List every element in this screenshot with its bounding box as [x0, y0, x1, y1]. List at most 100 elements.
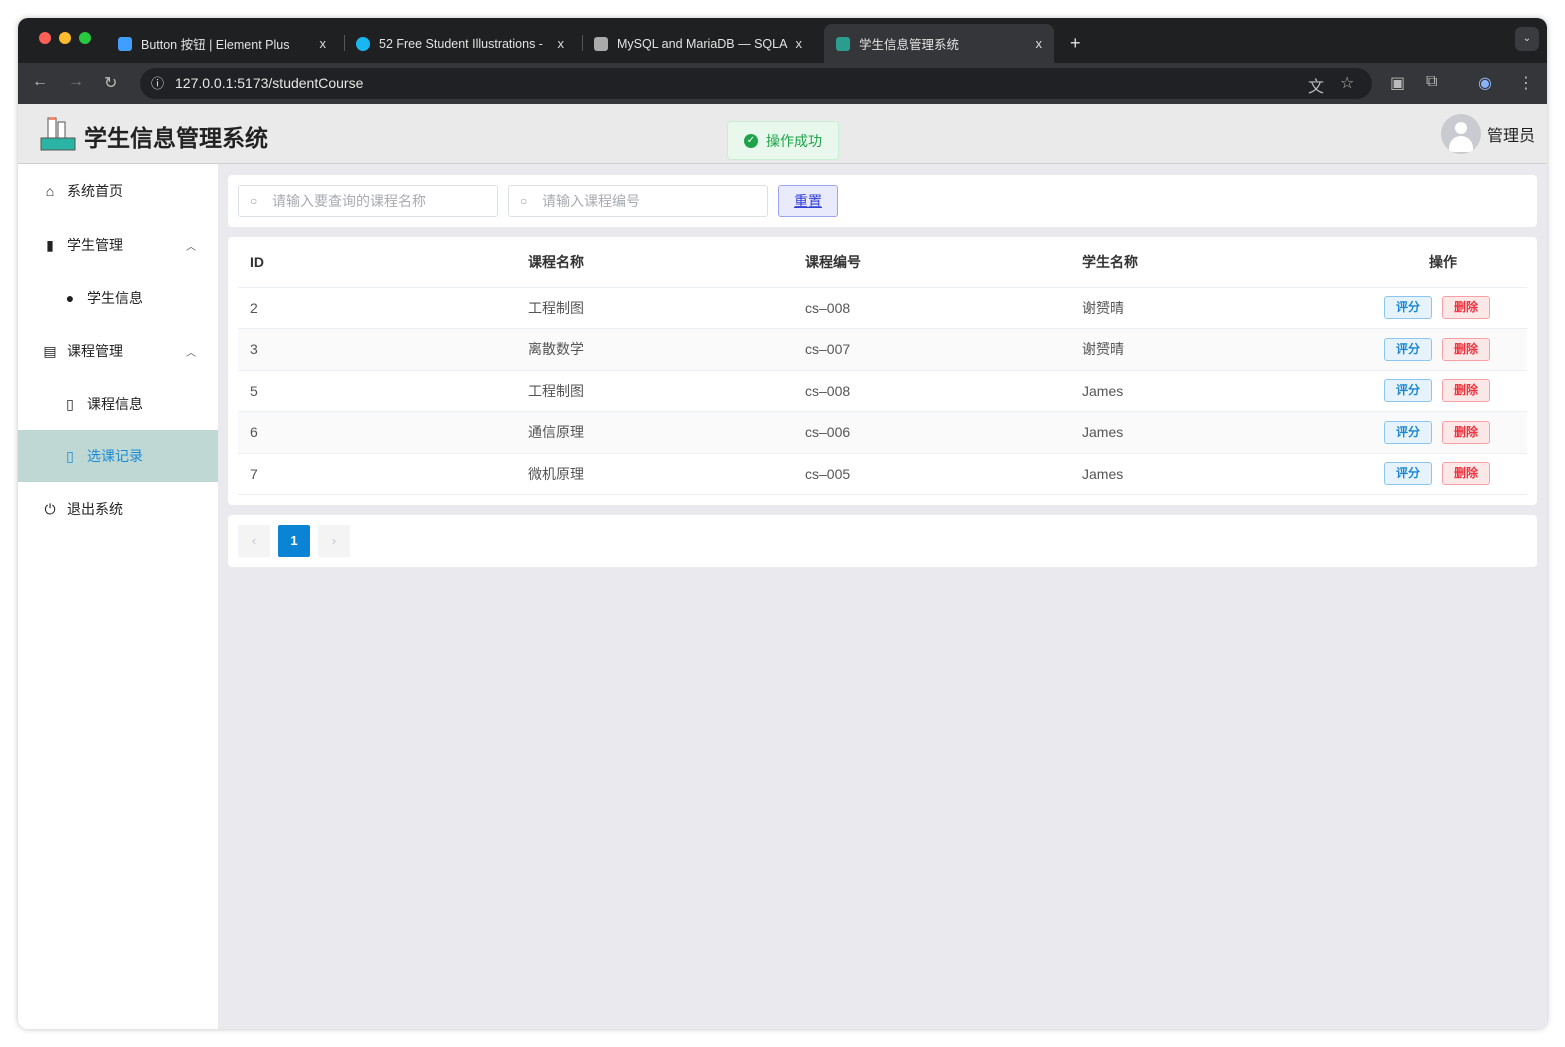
forward-icon[interactable]: →	[68, 73, 84, 91]
pagination: ‹ 1 ›	[228, 515, 1537, 567]
grade-button[interactable]: 评分	[1384, 462, 1432, 486]
tab-bar: Button 按钮 | Element Plus x 52 Free Studen…	[18, 18, 1547, 63]
user-icon: ●	[65, 290, 75, 306]
table-cell: James	[1070, 453, 1347, 495]
search-icon: ○	[250, 194, 258, 208]
back-icon[interactable]: ←	[32, 73, 48, 91]
sidebar-item-student-management[interactable]: ▮ 学生管理 ︿	[18, 218, 218, 272]
table-row: 5 工程制图 cs–008 James 评分 删除	[238, 370, 1527, 412]
reset-button[interactable]: 重置	[778, 185, 838, 217]
table-cell: 通信原理	[516, 411, 793, 454]
document-icon: ▯	[66, 395, 74, 412]
address-bar: ← → ↻ ⓘ 127.0.0.1:5173/studentCourse ⽂ ☆ …	[18, 63, 1547, 104]
profile-icon[interactable]: ◉	[1478, 73, 1492, 93]
sqlalchemy-icon	[594, 36, 608, 51]
delete-button[interactable]: 删除	[1442, 296, 1490, 320]
col-actions: 操作	[1347, 237, 1527, 288]
close-tab-icon[interactable]: x	[796, 36, 803, 51]
table-cell: 工程制图	[516, 370, 793, 412]
main-content: ○ 请输入要查询的课程名称 ○ 请输入课程编号 重置 ID 课程名称 课程编号 学生…	[228, 175, 1537, 577]
sidebar-item-student-info[interactable]: ● 学生信息	[18, 272, 218, 324]
table-cell: 谢赟晴	[1070, 328, 1347, 371]
menu-icon[interactable]: ⋮	[1518, 73, 1534, 93]
course-records-table: ID 课程名称 课程编号 学生名称 操作 2 工程制图 cs–008 谢赟晴 评分 删除 3…	[228, 237, 1537, 505]
delete-button[interactable]: 删除	[1442, 462, 1490, 486]
table-cell: 5	[238, 370, 516, 412]
chevron-up-icon: ︿	[186, 347, 196, 359]
table-cell: cs–008	[793, 370, 1070, 412]
notebook-icon: ▤	[43, 342, 57, 359]
app-title: 学生信息管理系统	[84, 125, 268, 151]
book-icon: ▮	[46, 236, 54, 253]
extension-badge-icon[interactable]: ▣	[1390, 73, 1405, 93]
grade-button[interactable]: 评分	[1384, 296, 1432, 320]
sidebar-item-logout[interactable]: ⏻ 退出系统	[18, 482, 218, 536]
table-row: 7 微机原理 cs–005 James 评分 删除	[238, 453, 1527, 495]
table-cell: 3	[238, 328, 516, 371]
delete-button[interactable]: 删除	[1442, 337, 1490, 361]
avatar	[1440, 114, 1481, 154]
search-icon: ○	[520, 194, 528, 208]
check-circle-icon: ✓	[744, 133, 758, 148]
col-course-no: 课程编号	[793, 237, 1070, 288]
tab-student-system[interactable]: 学生信息管理系统 x	[824, 24, 1054, 63]
prev-page-button[interactable]: ‹	[238, 525, 270, 557]
sidebar-item-course-records[interactable]: ▯ 选课记录	[18, 430, 218, 482]
minimize-button[interactable]	[59, 32, 71, 44]
power-icon: ⏻	[44, 500, 56, 517]
bookmark-star-icon[interactable]: ☆	[1340, 73, 1354, 93]
tab-sqlalchemy[interactable]: MySQL and MariaDB — SQLA x	[582, 24, 814, 63]
close-window-button[interactable]	[39, 32, 51, 44]
close-tab-icon[interactable]: x	[320, 36, 327, 51]
close-tab-icon[interactable]: x	[1036, 36, 1043, 51]
table-cell: 6	[238, 411, 516, 454]
close-tab-icon[interactable]: x	[558, 36, 565, 51]
page-1-button[interactable]: 1	[278, 525, 310, 557]
sidebar-item-home[interactable]: ⌂ 系统首页	[18, 164, 218, 218]
browser-window: Button 按钮 | Element Plus x 52 Free Studen…	[18, 18, 1547, 1029]
site-info-icon[interactable]: ⓘ	[151, 68, 164, 99]
grade-button[interactable]: 评分	[1384, 379, 1432, 403]
course-no-search-input[interactable]: ○ 请输入课程编号	[508, 185, 768, 217]
reload-icon[interactable]: ↻	[104, 73, 117, 93]
table-cell: 谢赟晴	[1070, 287, 1347, 329]
next-page-button[interactable]: ›	[318, 525, 350, 557]
search-bar: ○ 请输入要查询的课程名称 ○ 请输入课程编号 重置	[228, 175, 1537, 227]
logo-icon	[40, 117, 76, 151]
table-cell: 工程制图	[516, 287, 793, 329]
student-icon	[836, 36, 850, 51]
home-icon: ⌂	[45, 183, 55, 199]
table-row: 2 工程制图 cs–008 谢赟晴 评分 删除	[238, 287, 1527, 329]
delete-button[interactable]: 删除	[1442, 420, 1490, 444]
tab-search-chevron-icon[interactable]: ⌄	[1515, 27, 1539, 51]
sidebar-item-course-management[interactable]: ▤ 课程管理 ︿	[18, 324, 218, 378]
table-cell: 离散数学	[516, 328, 793, 371]
col-id: ID	[238, 237, 516, 288]
table-cell: cs–007	[793, 328, 1070, 371]
table-cell: cs–005	[793, 453, 1070, 495]
grade-button[interactable]: 评分	[1384, 420, 1432, 444]
course-name-search-input[interactable]: ○ 请输入要查询的课程名称	[238, 185, 498, 217]
url-input[interactable]: ⓘ 127.0.0.1:5173/studentCourse	[140, 68, 1372, 99]
sidebar-item-course-info[interactable]: ▯ 课程信息	[18, 378, 218, 430]
translate-icon[interactable]: ⽂	[1308, 73, 1324, 97]
tab-illustrations[interactable]: 52 Free Student Illustrations -x	[344, 24, 576, 63]
maximize-button[interactable]	[79, 32, 91, 44]
table-cell: cs–008	[793, 287, 1070, 329]
extensions-icon[interactable]: ⧉	[1426, 73, 1437, 91]
new-tab-button[interactable]: +	[1058, 24, 1093, 63]
success-toast: ✓ 操作成功	[727, 121, 839, 160]
sidebar: ⌂ 系统首页 ▮ 学生管理 ︿ ● 学生信息 ▤ 课程管理 ︿ ▯ 课程信息 ▯ 选课记录 ⏻ 退…	[18, 164, 218, 1029]
tab-element-plus[interactable]: Button 按钮 | Element Plus x	[106, 24, 338, 63]
col-course-name: 课程名称	[516, 237, 793, 288]
delete-button[interactable]: 删除	[1442, 379, 1490, 403]
app-header: 学生信息管理系统 ✓ 操作成功 管理员	[18, 104, 1547, 164]
table-row: 6 通信原理 cs–006 James 评分 删除	[238, 411, 1527, 454]
element-plus-icon	[118, 36, 132, 51]
table-cell: 2	[238, 287, 516, 329]
table-cell: James	[1070, 370, 1347, 412]
grade-button[interactable]: 评分	[1384, 337, 1432, 361]
col-student-name: 学生名称	[1070, 237, 1347, 288]
user-menu[interactable]: 管理员	[1440, 114, 1535, 154]
table-cell: cs–006	[793, 411, 1070, 454]
